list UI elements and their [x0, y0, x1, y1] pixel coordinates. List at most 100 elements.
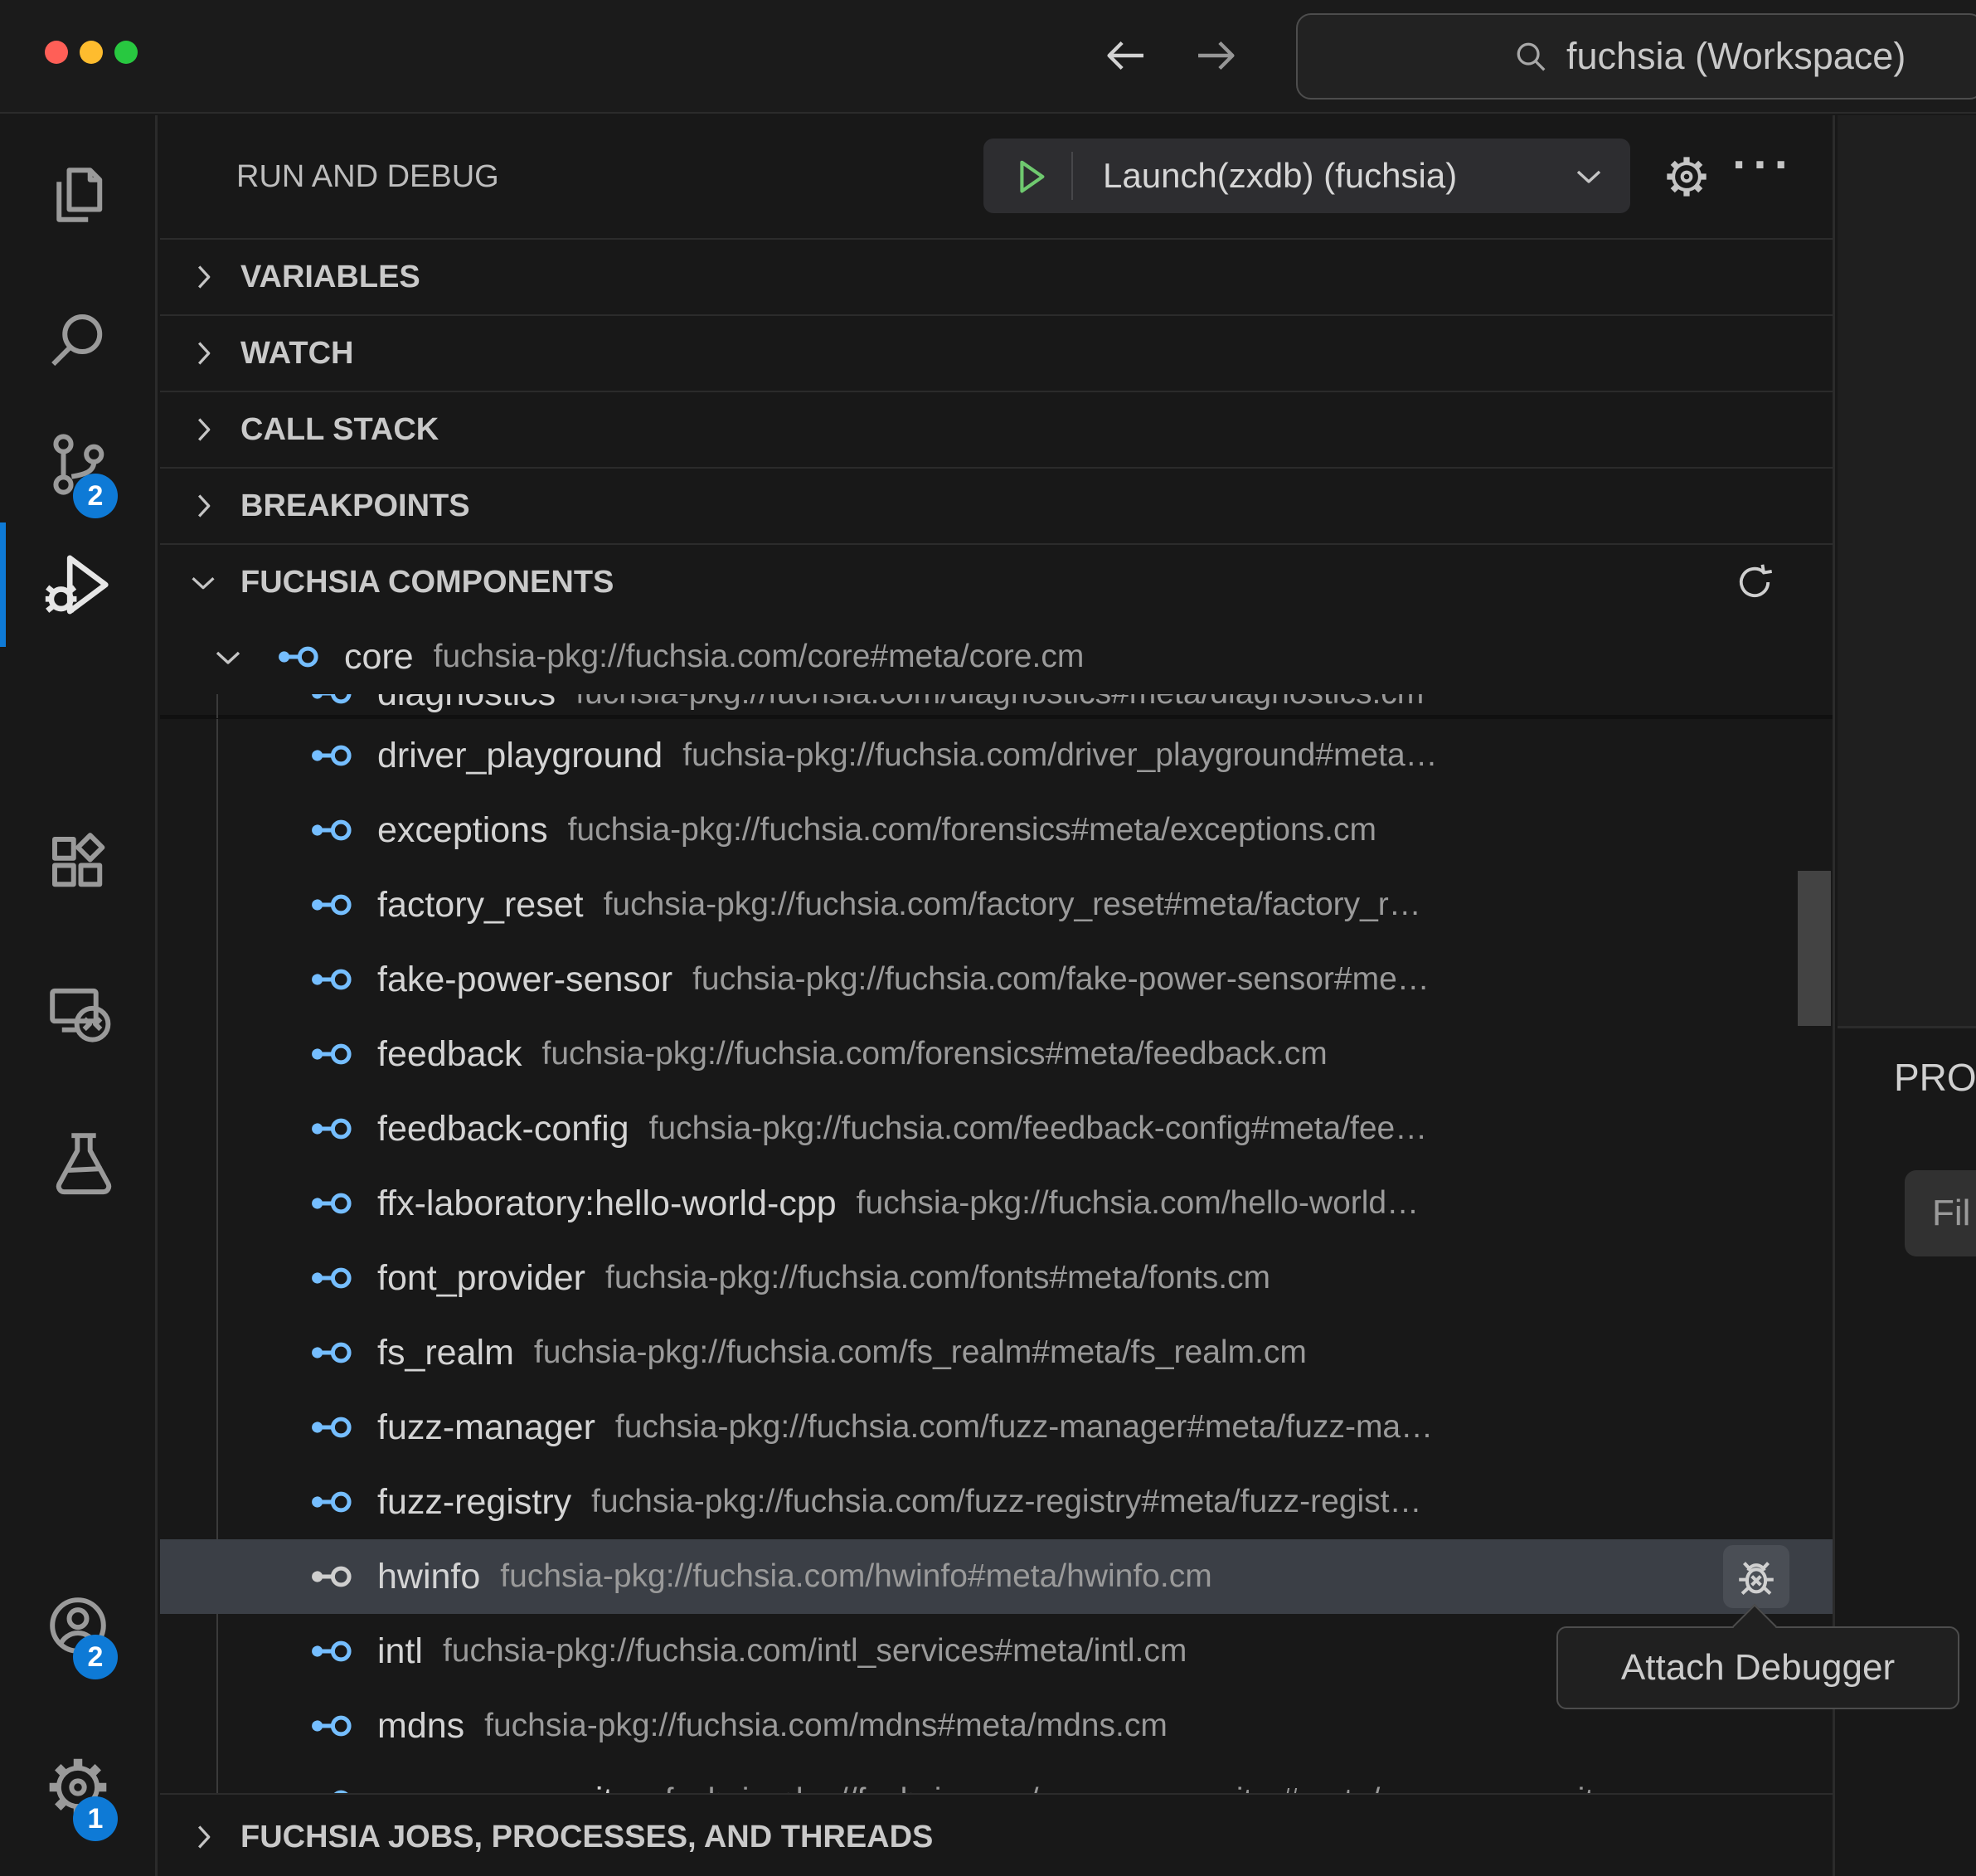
- activity-bar: 2 2 1: [0, 115, 158, 1876]
- sidebar-item-source-control[interactable]: 2: [0, 406, 155, 522]
- component-url: fuchsia-pkg://fuchsia.com/fuzz-manager#m…: [615, 1409, 1433, 1446]
- component-name: fuzz-registry: [377, 1482, 571, 1523]
- tree-item-component[interactable]: hwinfo fuchsia-pkg://fuchsia.com/hwinfo#…: [160, 1539, 1833, 1614]
- component-icon: [309, 1336, 356, 1369]
- tree-item-component[interactable]: feedback fuchsia-pkg://fuchsia.com/foren…: [160, 1017, 1833, 1091]
- component-name: fuzz-manager: [377, 1407, 595, 1448]
- command-center-search[interactable]: fuchsia (Workspace): [1296, 13, 1976, 100]
- component-url: fuchsia-pkg://fuchsia.com/fs_realm#meta/…: [534, 1334, 1307, 1371]
- settings-badge: 1: [73, 1796, 118, 1841]
- panel-section-header[interactable]: BREAKPOINTS: [160, 467, 1833, 543]
- component-icon: [309, 1485, 356, 1519]
- accounts-badge: 2: [73, 1635, 118, 1679]
- component-name: hwinfo: [377, 1557, 480, 1597]
- tree-item-component[interactable]: fuzz-manager fuchsia-pkg://fuchsia.com/f…: [160, 1390, 1833, 1465]
- component-name: core: [344, 637, 414, 678]
- sidebar-item-extensions[interactable]: [0, 804, 155, 921]
- component-url: fuchsia-pkg://fuchsia.com/intl_services#…: [443, 1633, 1187, 1669]
- component-icon: [309, 963, 356, 996]
- section-label: VARIABLES: [240, 260, 420, 295]
- navigate-back-button[interactable]: [1100, 30, 1151, 81]
- sidebar-item-run-and-debug[interactable]: [0, 527, 155, 643]
- component-url: fuchsia-pkg://fuchsia.com/core#meta/core…: [434, 639, 1085, 675]
- page-title: RUN AND DEBUG: [236, 115, 499, 238]
- tree-item-component[interactable]: exceptions fuchsia-pkg://fuchsia.com/for…: [160, 793, 1833, 868]
- section-label: BREAKPOINTS: [240, 488, 470, 524]
- run-and-debug-panel: RUN AND DEBUG Launch(zxdb) (fuchsia) ···…: [160, 115, 1835, 1876]
- tree-item-component[interactable]: factory_reset fuchsia-pkg://fuchsia.com/…: [160, 868, 1833, 942]
- component-icon: [309, 739, 356, 772]
- panel-title-clipped: PRO: [1894, 1055, 1976, 1100]
- start-debug-button[interactable]: [1007, 154, 1050, 197]
- sidebar-item-testing[interactable]: [0, 1103, 155, 1219]
- more-actions-button[interactable]: ···: [1732, 137, 1795, 192]
- component-url: fuchsia-pkg://fuchsia.com/mdns#meta/mdns…: [484, 1708, 1168, 1744]
- window-minimize-button[interactable]: [80, 41, 103, 64]
- component-url: fuchsia-pkg://fuchsia.com/forensics#meta…: [542, 1036, 1328, 1072]
- component-icon: [309, 1187, 356, 1220]
- refresh-icon[interactable]: [1732, 560, 1777, 605]
- search-value: fuchsia (Workspace): [1566, 35, 1906, 78]
- window-close-button[interactable]: [45, 41, 68, 64]
- section-fuchsia-components[interactable]: FUCHSIA COMPONENTS: [160, 543, 1833, 620]
- chevron-right-icon: [184, 411, 222, 449]
- component-url: fuchsia-pkg://fuchsia.com/hwinfo#meta/hw…: [500, 1558, 1211, 1595]
- extensions-icon: [43, 828, 113, 897]
- component-icon: [309, 1038, 356, 1071]
- window-zoom-button[interactable]: [114, 41, 138, 64]
- section-fuchsia-jobs[interactable]: FUCHSIA JOBS, PROCESSES, AND THREADS: [160, 1793, 1833, 1876]
- component-name: fs_realm: [377, 1333, 514, 1373]
- component-icon: [309, 888, 356, 921]
- sidebar-item-remote-explorer[interactable]: [0, 954, 155, 1070]
- attach-debugger-button[interactable]: [1723, 1545, 1789, 1608]
- debug-icon: [39, 546, 117, 624]
- tree-item-component[interactable]: memory_monitor fuchsia-pkg://fuchsia.com…: [160, 1763, 1833, 1793]
- indent-guide: [216, 694, 218, 718]
- flask-icon: [43, 1126, 113, 1196]
- component-icon: [309, 814, 356, 847]
- tree-item-component[interactable]: driver_playground fuchsia-pkg://fuchsia.…: [160, 718, 1833, 793]
- tree-item-component[interactable]: ffx-laboratory:hello-world-cpp fuchsia-p…: [160, 1166, 1833, 1241]
- tree-item-root[interactable]: core fuchsia-pkg://fuchsia.com/core#meta…: [160, 620, 1833, 694]
- component-name: memory_monitor: [377, 1781, 645, 1794]
- navigate-forward-button[interactable]: [1191, 30, 1242, 81]
- tree-item-component[interactable]: fuzz-registry fuchsia-pkg://fuchsia.com/…: [160, 1465, 1833, 1539]
- component-url: fuchsia-pkg://fuchsia.com/fake-power-sen…: [692, 961, 1430, 998]
- section-label: FUCHSIA COMPONENTS: [240, 565, 614, 600]
- sidebar-item-search[interactable]: [0, 282, 155, 398]
- component-url: fuchsia-pkg://fuchsia.com/fonts#meta/fon…: [605, 1260, 1270, 1296]
- chevron-down-icon: [184, 563, 222, 601]
- component-icon: [309, 1261, 356, 1295]
- settings-button[interactable]: 1: [0, 1729, 155, 1845]
- editor-background: [1838, 115, 1976, 1028]
- panel-section-header[interactable]: WATCH: [160, 314, 1833, 391]
- chevron-right-icon: [184, 487, 222, 525]
- panel-section-header[interactable]: CALL STACK: [160, 391, 1833, 467]
- component-url: fuchsia-pkg://fuchsia.com/feedback-confi…: [649, 1111, 1428, 1147]
- component-url: fuchsia-pkg://fuchsia.com/forensics#meta…: [568, 812, 1376, 848]
- sidebar-item-explorer[interactable]: [0, 137, 155, 253]
- tree-item-component[interactable]: fake-power-sensor fuchsia-pkg://fuchsia.…: [160, 942, 1833, 1017]
- tree-item-component[interactable]: font_provider fuchsia-pkg://fuchsia.com/…: [160, 1241, 1833, 1315]
- filter-input[interactable]: Fil: [1905, 1170, 1976, 1256]
- launch-configuration-dropdown[interactable]: Launch(zxdb) (fuchsia): [983, 139, 1630, 213]
- chevron-down-icon: [208, 637, 248, 677]
- component-name: intl: [377, 1631, 423, 1672]
- panel-section-header[interactable]: VARIABLES: [160, 238, 1833, 314]
- tree-item-component[interactable]: fs_realm fuchsia-pkg://fuchsia.com/fs_re…: [160, 1315, 1833, 1390]
- filter-placeholder: Fil: [1932, 1193, 1970, 1234]
- component-icon: [276, 640, 323, 673]
- component-name: font_provider: [377, 1258, 585, 1299]
- tree-item-component[interactable]: feedback-config fuchsia-pkg://fuchsia.co…: [160, 1091, 1833, 1166]
- bottom-panel: PRO Fil: [1838, 1028, 1976, 1874]
- debug-settings-gear-button[interactable]: [1663, 153, 1711, 201]
- accounts-button[interactable]: 2: [0, 1567, 155, 1684]
- component-name: factory_reset: [377, 885, 584, 926]
- component-name: fake-power-sensor: [377, 960, 672, 1000]
- divider: [1071, 152, 1073, 200]
- component-url: fuchsia-pkg://fuchsia.com/hello-world…: [857, 1185, 1419, 1222]
- title-bar: fuchsia (Workspace): [0, 0, 1976, 114]
- component-url: fuchsia-pkg://fuchsia.com/memory_monitor…: [665, 1782, 1673, 1793]
- scrollbar-thumb[interactable]: [1798, 871, 1831, 1026]
- search-icon: [43, 305, 113, 375]
